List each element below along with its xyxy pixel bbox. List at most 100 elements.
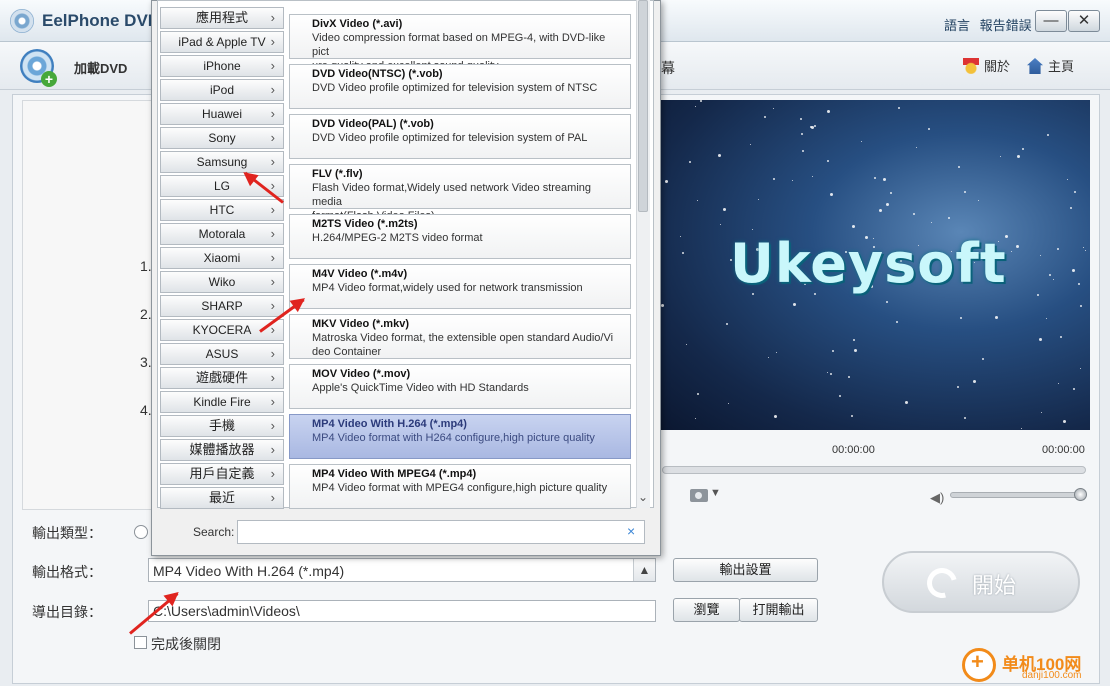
format-search-input[interactable]	[237, 520, 645, 544]
format-option[interactable]: MKV Video (*.mkv) Matroska Video format, …	[289, 314, 631, 359]
star	[1047, 134, 1049, 136]
format-description: MP4 Video format with H264 configure,hig…	[312, 432, 595, 444]
category-item[interactable]: KYOCERA ›	[160, 319, 284, 341]
format-option[interactable]: M4V Video (*.m4v) MP4 Video format,widely…	[289, 264, 631, 309]
category-item[interactable]: 遊戲硬件 ›	[160, 367, 284, 389]
close-after-checkbox[interactable]	[134, 636, 147, 649]
format-description: Flash Video format,Widely used network V…	[312, 182, 592, 208]
format-description-cont: deo Container	[312, 346, 382, 358]
category-item[interactable]: iPod ›	[160, 79, 284, 101]
close-button[interactable]: ✕	[1068, 10, 1100, 32]
category-item[interactable]: 最近 ›	[160, 487, 284, 509]
format-description: Apple's QuickTime Video with HD Standard…	[312, 382, 529, 394]
output-format-select[interactable]: MP4 Video With H.264 (*.mp4)	[148, 558, 656, 582]
star	[827, 110, 830, 113]
output-settings-button[interactable]: 輸出設置	[673, 558, 818, 582]
format-title: M2TS Video (*.m2ts)	[312, 218, 418, 230]
format-title: M4V Video (*.m4v)	[312, 268, 408, 280]
chevron-right-icon: ›	[270, 274, 275, 289]
format-description: H.264/MPEG-2 M2TS video format	[312, 232, 483, 244]
convert-icon	[921, 562, 963, 604]
star	[957, 386, 959, 388]
clear-search-icon[interactable]: ×	[627, 523, 635, 539]
category-item[interactable]: ASUS ›	[160, 343, 284, 365]
subtitle-label: 幕	[661, 60, 675, 76]
category-label: Kindle Fire	[193, 395, 251, 409]
open-output-button[interactable]: 打開輸出	[739, 598, 818, 622]
chevron-right-icon: ›	[270, 226, 275, 241]
add-dvd-icon[interactable]	[20, 49, 57, 87]
chevron-right-icon: ›	[270, 394, 275, 409]
category-item[interactable]: Samsung ›	[160, 151, 284, 173]
report-error-link[interactable]: 報告錯誤	[980, 18, 1032, 33]
format-option[interactable]: M2TS Video (*.m2ts) H.264/MPEG-2 M2TS vid…	[289, 214, 631, 259]
chevron-up-icon[interactable]: ▲	[633, 559, 655, 581]
load-dvd-button[interactable]: 加載DVD	[74, 58, 127, 77]
category-item[interactable]: Wiko ›	[160, 271, 284, 293]
category-item[interactable]: SHARP ›	[160, 295, 284, 317]
star	[896, 321, 898, 323]
app-title: EelPhone DVD	[42, 11, 161, 30]
category-item[interactable]: 媒體播放器 ›	[160, 439, 284, 461]
format-option[interactable]: FLV (*.flv) Flash Video format,Widely use…	[289, 164, 631, 222]
category-item[interactable]: Motorala ›	[160, 223, 284, 245]
chevron-down-icon[interactable]: ▼	[710, 487, 721, 499]
format-option[interactable]: MP4 Video With MPEG4 (*.mp4) MP4 Video fo…	[289, 464, 631, 509]
home-button[interactable]: 主頁	[1027, 56, 1074, 75]
star	[1078, 283, 1080, 285]
format-option[interactable]: MOV Video (*.mov) Apple's QuickTime Video…	[289, 364, 631, 409]
step-1: 1.	[140, 258, 152, 274]
chevron-right-icon: ›	[270, 250, 275, 265]
volume-knob[interactable]	[1074, 488, 1087, 501]
category-label: Motorala	[198, 227, 246, 241]
star	[700, 100, 702, 102]
category-item[interactable]: iPhone ›	[160, 55, 284, 77]
format-option[interactable]: DivX Video (*.avi) Video compression form…	[289, 14, 631, 72]
category-item[interactable]: Kindle Fire ›	[160, 391, 284, 413]
star	[995, 316, 998, 319]
format-option[interactable]: DVD Video(PAL) (*.vob) DVD Video profile …	[289, 114, 631, 159]
star	[758, 199, 759, 200]
browse-button[interactable]: 瀏覽	[673, 598, 740, 622]
chevron-right-icon: ›	[270, 10, 275, 25]
format-option[interactable]: MP4 Video With H.264 (*.mp4) MP4 Video fo…	[289, 414, 631, 459]
category-item[interactable]: 應用程式 ›	[160, 7, 284, 29]
playback-progress-bar[interactable]	[662, 466, 1086, 474]
star	[697, 200, 698, 201]
star	[686, 344, 687, 345]
star	[1017, 155, 1020, 158]
start-button[interactable]: 開始	[882, 551, 1080, 613]
format-option[interactable]: DVD Video(NTSC) (*.vob) DVD Video profile…	[289, 64, 631, 109]
chevron-right-icon: ›	[270, 490, 275, 505]
video-preview: Ukeysoft	[660, 100, 1090, 430]
category-item[interactable]: Huawei ›	[160, 103, 284, 125]
format-scroll-thumb[interactable]	[638, 0, 648, 212]
star	[718, 154, 721, 157]
category-item[interactable]: 用戶自定義 ›	[160, 463, 284, 485]
format-description: Video compression format based on MPEG-4…	[312, 32, 606, 58]
category-item[interactable]: Sony ›	[160, 127, 284, 149]
format-description: DVD Video profile optimized for televisi…	[312, 132, 588, 144]
star	[886, 203, 889, 206]
category-item[interactable]: iPad & Apple TV ›	[160, 31, 284, 53]
star	[695, 418, 696, 419]
category-item[interactable]: HTC ›	[160, 199, 284, 221]
category-item[interactable]: 手機 ›	[160, 415, 284, 437]
format-title: MP4 Video With H.264 (*.mp4)	[312, 418, 467, 430]
camera-icon[interactable]	[690, 489, 708, 502]
star	[916, 147, 917, 148]
minimize-button[interactable]: —	[1035, 10, 1067, 32]
total-time: 00:00:00	[1042, 444, 1085, 456]
star	[830, 373, 832, 375]
about-button[interactable]: 關於	[963, 56, 1010, 75]
output-type-radio[interactable]	[134, 525, 148, 539]
volume-slider[interactable]	[950, 492, 1082, 498]
category-item[interactable]: Xiaomi ›	[160, 247, 284, 269]
star	[948, 217, 950, 219]
star	[839, 395, 841, 397]
output-dir-input[interactable]: C:\Users\admin\Videos\	[148, 600, 656, 622]
language-link[interactable]: 語言	[944, 18, 970, 33]
scroll-down-icon[interactable]: ⌄	[638, 490, 648, 504]
volume-icon[interactable]: ◀)	[930, 490, 944, 506]
home-icon	[1027, 58, 1043, 74]
